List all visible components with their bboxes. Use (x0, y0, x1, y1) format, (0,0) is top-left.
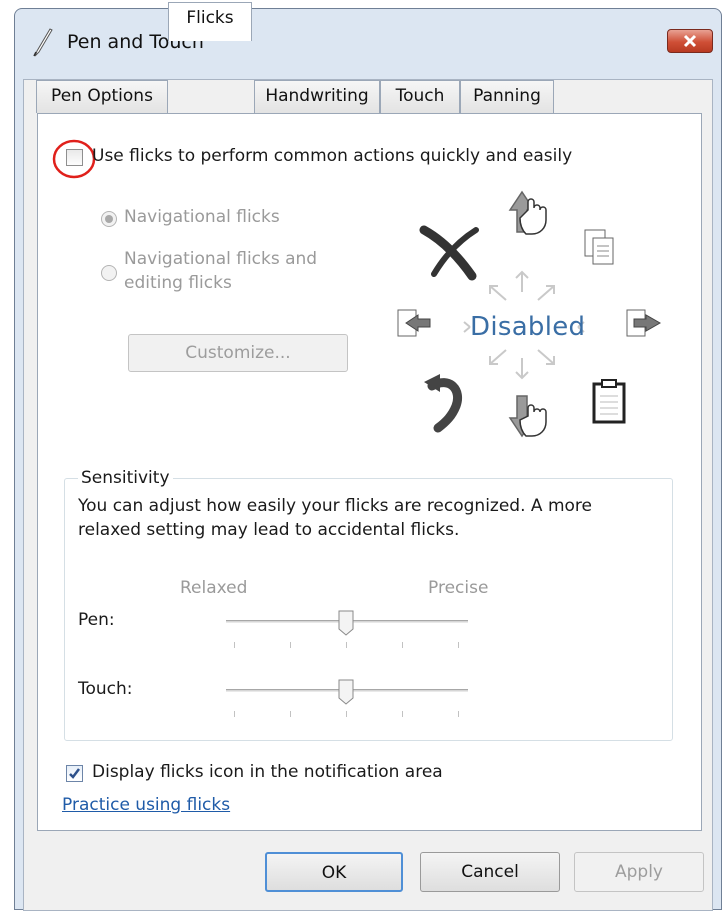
pen-tick (290, 642, 291, 648)
touch-tick (346, 711, 347, 717)
forward-icon (626, 309, 662, 337)
highlight-circle (52, 139, 96, 179)
pen-sensitivity-slider[interactable] (226, 610, 468, 660)
touch-tick (402, 711, 403, 717)
touch-sensitivity-slider[interactable] (226, 679, 468, 729)
tab-pen-options[interactable]: Pen Options (36, 80, 168, 113)
tab-panning[interactable]: Panning (460, 80, 554, 113)
tab-flicks[interactable]: Flicks (168, 2, 252, 41)
radio-navigational-flicks[interactable] (101, 211, 117, 227)
title-bar: Pen and Touch (15, 9, 721, 79)
tab-touch[interactable]: Touch (380, 80, 460, 113)
use-flicks-label: Use flicks to perform common actions qui… (92, 146, 573, 166)
touch-tick (234, 711, 235, 717)
undo-icon (424, 374, 462, 433)
radio-navigational-editing-label-2: editing flicks (124, 273, 232, 293)
ok-button[interactable]: OK (265, 852, 403, 892)
radio-navigational-editing-label-1: Navigational flicks and (124, 249, 318, 269)
delete-icon (419, 225, 479, 281)
notification-icon-label: Display flicks icon in the notification … (92, 762, 443, 782)
pen-tick (346, 642, 347, 648)
pen-tick (234, 642, 235, 648)
pen-slider-thumb[interactable] (338, 610, 354, 636)
customize-button[interactable]: Customize... (128, 334, 348, 372)
flicks-status-label: Disabled (470, 312, 586, 342)
sensitivity-description-2: relaxed setting may lead to accidental f… (78, 520, 460, 540)
pen-label: Pen: (78, 610, 115, 630)
paste-icon (592, 379, 626, 424)
radio-selected-dot (105, 215, 113, 223)
sensitivity-title: Sensitivity (78, 468, 173, 488)
close-icon (683, 34, 697, 48)
relaxed-label: Relaxed (180, 578, 248, 598)
touch-slider-thumb[interactable] (338, 679, 354, 705)
checkmark-icon (69, 768, 80, 779)
down-arrow-hand-icon (508, 395, 547, 438)
close-button[interactable] (667, 29, 713, 53)
back-icon (397, 309, 431, 337)
copy-icon (584, 229, 614, 265)
notification-icon-checkbox[interactable] (66, 765, 83, 782)
radio-navigational-flicks-label: Navigational flicks (124, 207, 280, 227)
cancel-button[interactable]: Cancel (420, 852, 560, 892)
tab-handwriting[interactable]: Handwriting (254, 80, 380, 113)
up-arrow-hand-icon (508, 190, 547, 235)
practice-using-flicks-link[interactable]: Practice using flicks (62, 795, 230, 815)
pen-tick (402, 642, 403, 648)
sensitivity-description-1: You can adjust how easily your flicks ar… (78, 496, 592, 516)
touch-label: Touch: (78, 679, 133, 699)
touch-tick (290, 711, 291, 717)
pen-icon (33, 28, 53, 57)
pen-tick (458, 642, 459, 648)
precise-label: Precise (428, 578, 489, 598)
touch-tick (458, 711, 459, 717)
apply-button[interactable]: Apply (574, 852, 704, 892)
radio-navigational-editing-flicks[interactable] (101, 265, 117, 281)
